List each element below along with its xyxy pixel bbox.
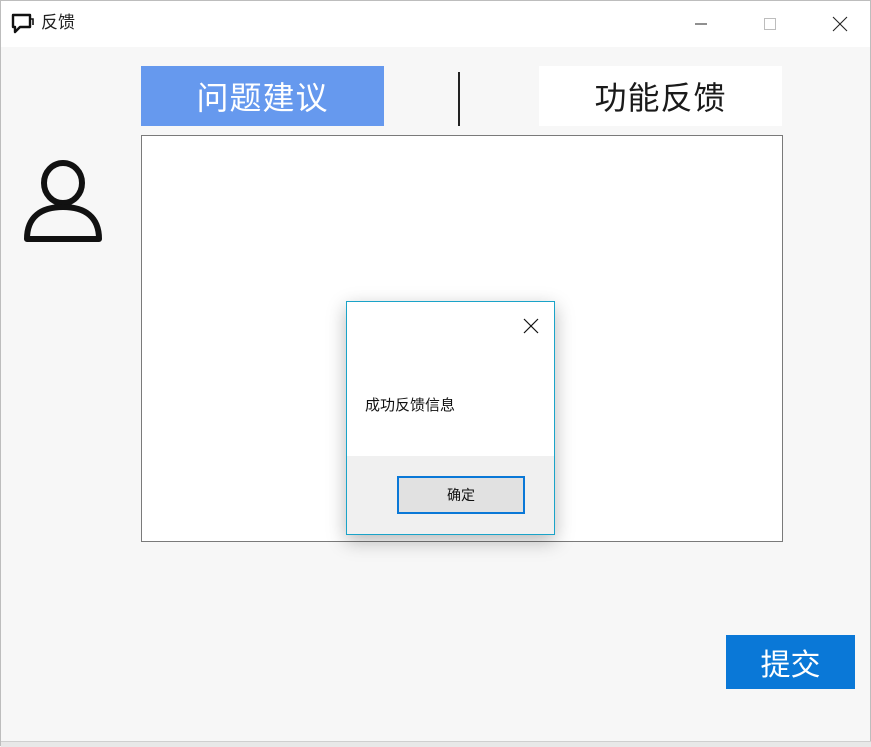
maximize-button[interactable] (747, 1, 793, 47)
close-button[interactable] (817, 1, 863, 47)
chat-bubble-icon (11, 13, 34, 34)
user-icon (24, 160, 102, 242)
maximize-icon (764, 18, 776, 30)
dialog-close-button[interactable] (517, 312, 545, 340)
feedback-window: 反馈 问题建议 功能反馈 提交 成功反馈信息 确定 (0, 0, 871, 747)
tab-divider (458, 72, 460, 126)
close-icon (523, 318, 539, 334)
minimize-button[interactable] (678, 1, 724, 47)
tab-feature-feedback[interactable]: 功能反馈 (539, 66, 782, 126)
message-dialog: 成功反馈信息 确定 (346, 301, 555, 535)
close-icon (832, 16, 848, 32)
window-title: 反馈 (41, 13, 75, 33)
title-bar: 反馈 (1, 1, 870, 47)
tab-suggestions[interactable]: 问题建议 (141, 66, 384, 126)
dialog-message: 成功反馈信息 (365, 396, 456, 414)
dialog-footer: 确定 (347, 456, 554, 534)
bottom-edge (1, 741, 871, 747)
minimize-icon (695, 23, 707, 25)
ok-button[interactable]: 确定 (397, 476, 525, 514)
submit-button[interactable]: 提交 (726, 635, 855, 689)
